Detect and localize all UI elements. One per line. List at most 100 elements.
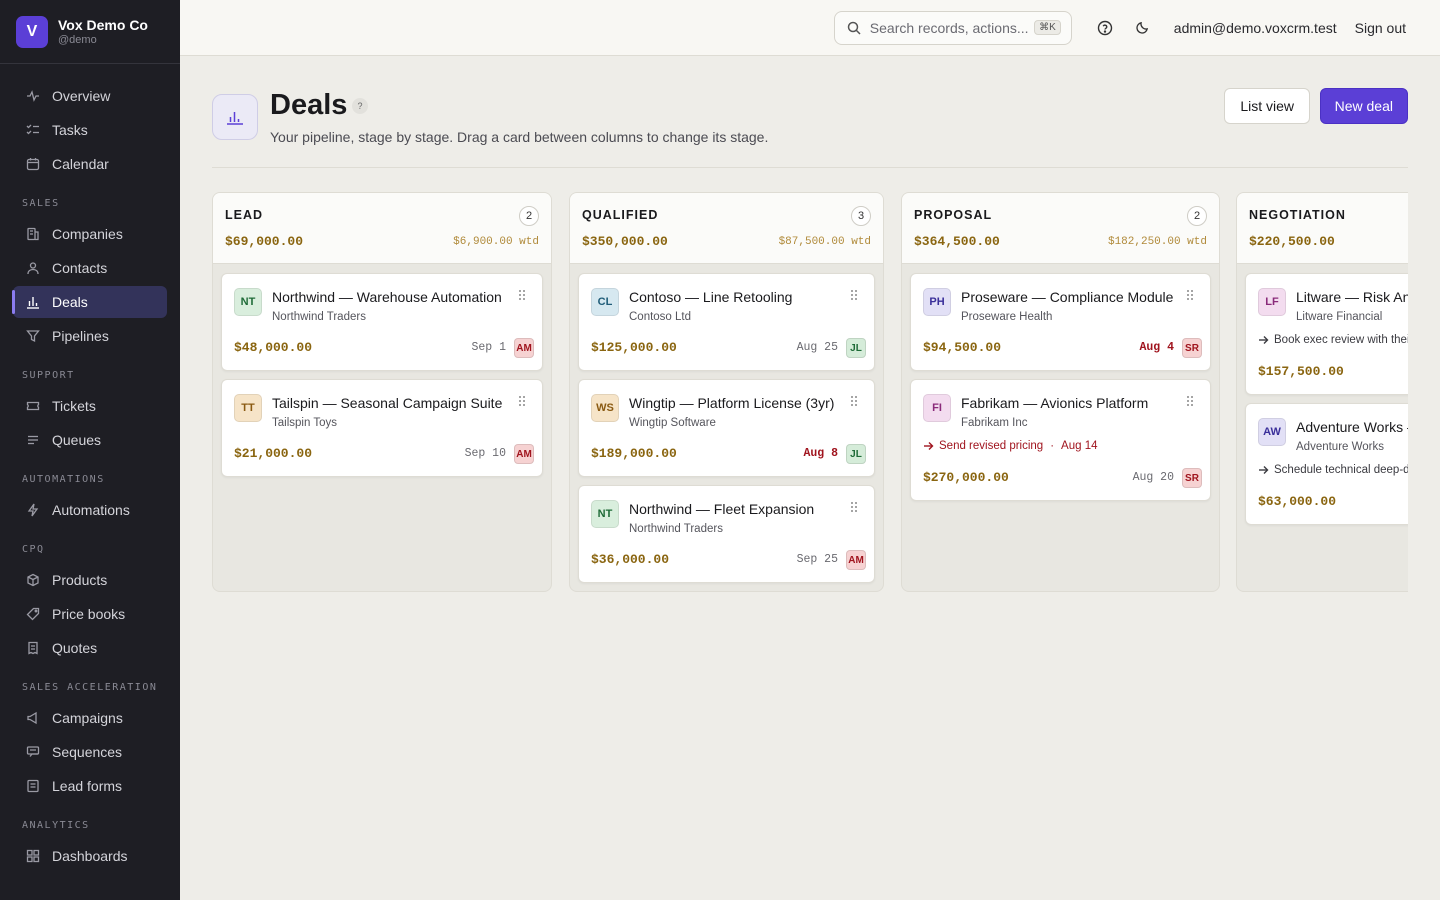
deal-title[interactable]: Adventure Works — Expansion — [1296, 419, 1408, 435]
deal-title[interactable]: Contoso — Line Retooling — [629, 289, 792, 305]
deal-card[interactable]: WS Wingtip — Platform License (3yr) Wingti… — [578, 379, 875, 477]
next-step[interactable]: Book exec review with their CFO — [1258, 334, 1408, 346]
signout-button[interactable]: Sign out — [1355, 20, 1406, 36]
building-icon — [25, 227, 40, 242]
sidebar-item-products[interactable]: Products — [13, 564, 167, 596]
sidebar-item-label: Overview — [52, 88, 111, 104]
deal-title[interactable]: Northwind — Fleet Expansion — [629, 501, 814, 517]
deal-card[interactable]: NT Northwind — Warehouse Automation Northw… — [221, 273, 543, 371]
bar-chart-icon — [25, 295, 40, 310]
drag-handle-icon[interactable] — [1186, 288, 1194, 300]
sidebar-item-label: Quotes — [52, 640, 98, 656]
deal-card[interactable]: NT Northwind — Fleet Expansion Northwind T… — [578, 485, 875, 583]
sidebar-item-tickets[interactable]: Tickets — [13, 390, 167, 422]
deal-company[interactable]: Northwind Traders — [272, 311, 366, 323]
close-date: Sep 1 — [471, 341, 506, 354]
deal-company[interactable]: Tailspin Toys — [272, 417, 337, 429]
sidebar-item-overview[interactable]: Overview — [13, 80, 167, 112]
deal-company[interactable]: Contoso Ltd — [629, 311, 691, 323]
sidebar-item-price-books[interactable]: Price books — [13, 598, 167, 630]
next-step-text: Schedule technical deep-dive — [1274, 464, 1408, 476]
deal-company[interactable]: Wingtip Software — [629, 417, 716, 429]
kanban-board: LEAD 2 $69,000.00 $6,900.00 wtd NT Northwind … — [212, 192, 1408, 592]
user-email[interactable]: admin@demo.voxcrm.test — [1174, 20, 1337, 36]
owner-avatar[interactable]: SR — [1182, 338, 1202, 358]
deal-card[interactable]: CL Contoso — Line Retooling Contoso Ltd $12… — [578, 273, 875, 371]
next-step[interactable]: Schedule technical deep-dive — [1258, 464, 1408, 476]
separator-dot: · — [1050, 440, 1055, 452]
sidebar-item-quotes[interactable]: Quotes — [13, 632, 167, 664]
pipeline-column-negotiation: NEGOTIATION $220,500.00 LF Litware — Risk A… — [1236, 192, 1408, 592]
column-header: PROPOSAL 2 $364,500.00 $182,250.00 wtd — [902, 193, 1219, 264]
sidebar-item-campaigns[interactable]: Campaigns — [13, 702, 167, 734]
sidebar-item-pipelines[interactable]: Pipelines — [13, 320, 167, 352]
page-header: Deals ? Your pipeline, stage by stage. D… — [212, 56, 1408, 168]
sidebar-item-tasks[interactable]: Tasks — [13, 114, 167, 146]
deal-title[interactable]: Fabrikam — Avionics Platform — [961, 395, 1148, 411]
list-view-button[interactable]: List view — [1224, 88, 1310, 124]
search-input[interactable]: Search records, actions... ⌘K — [833, 10, 1072, 45]
tag-icon — [25, 607, 40, 622]
deal-amount: $36,000.00 — [591, 552, 670, 567]
deal-card[interactable]: AW Adventure Works — Expansion Adventure W… — [1245, 403, 1408, 525]
company-avatar: PH — [923, 288, 951, 316]
sidebar-item-label: Products — [52, 572, 108, 588]
deal-company[interactable]: Proseware Health — [961, 311, 1052, 323]
deal-company[interactable]: Litware Financial — [1296, 311, 1382, 323]
column-total: $350,000.00 — [582, 234, 668, 249]
deal-title[interactable]: Wingtip — Platform License (3yr) — [629, 395, 834, 411]
sidebar-item-companies[interactable]: Companies — [13, 218, 167, 250]
sidebar-item-dashboards[interactable]: Dashboards — [13, 840, 167, 872]
moon-icon[interactable] — [1129, 14, 1157, 42]
deal-card[interactable]: LF Litware — Risk Analytics Litware Financ… — [1245, 273, 1408, 395]
page-subtitle: Your pipeline, stage by stage. Drag a ca… — [270, 129, 769, 145]
deal-title[interactable]: Proseware — Compliance Module — [961, 289, 1173, 305]
deal-card[interactable]: PH Proseware — Compliance Module Proseware… — [910, 273, 1211, 371]
owner-avatar[interactable]: SR — [1182, 468, 1202, 488]
owner-avatar[interactable]: AM — [514, 338, 534, 358]
column-title: LEAD — [225, 208, 264, 222]
deal-company[interactable]: Adventure Works — [1296, 441, 1384, 453]
sidebar-item-automations[interactable]: Automations — [13, 494, 167, 526]
sidebar-item-contacts[interactable]: Contacts — [13, 252, 167, 284]
sidebar-item-label: Dashboards — [52, 848, 128, 864]
pipeline-column-qualified: QUALIFIED 3 $350,000.00 $87,500.00 wtd CL Con… — [569, 192, 884, 592]
grid-icon — [25, 849, 40, 864]
deal-company[interactable]: Northwind Traders — [629, 523, 723, 535]
owner-avatar[interactable]: JL — [846, 338, 866, 358]
drag-handle-icon[interactable] — [850, 394, 858, 406]
sidebar-item-label: Tasks — [52, 122, 88, 138]
deal-card[interactable]: FI Fabrikam — Avionics Platform Fabrikam I… — [910, 379, 1211, 501]
drag-handle-icon[interactable] — [1186, 394, 1194, 406]
drag-handle-icon[interactable] — [850, 500, 858, 512]
column-weighted-total: $6,900.00 wtd — [453, 236, 539, 248]
sidebar-item-calendar[interactable]: Calendar — [13, 148, 167, 180]
deal-title[interactable]: Northwind — Warehouse Automation — [272, 289, 502, 305]
workspace-switcher[interactable]: V Vox Demo Co @demo — [0, 0, 180, 64]
owner-avatar[interactable]: AM — [514, 444, 534, 464]
column-count-badge: 2 — [1187, 206, 1207, 226]
column-header: LEAD 2 $69,000.00 $6,900.00 wtd — [213, 193, 551, 264]
help-badge[interactable]: ? — [352, 98, 368, 114]
owner-avatar[interactable]: JL — [846, 444, 866, 464]
deal-title[interactable]: Litware — Risk Analytics — [1296, 289, 1408, 305]
sidebar-item-queues[interactable]: Queues — [13, 424, 167, 456]
column-title: NEGOTIATION — [1249, 208, 1346, 222]
column-header: NEGOTIATION $220,500.00 — [1237, 193, 1408, 264]
help-icon[interactable] — [1091, 14, 1119, 42]
drag-handle-icon[interactable] — [850, 288, 858, 300]
new-deal-button[interactable]: New deal — [1319, 88, 1408, 124]
drag-handle-icon[interactable] — [518, 288, 526, 300]
deal-card[interactable]: TT Tailspin — Seasonal Campaign Suite Tail… — [221, 379, 543, 477]
drag-handle-icon[interactable] — [518, 394, 526, 406]
close-date: Sep 10 — [464, 447, 506, 460]
sidebar-item-lead-forms[interactable]: Lead forms — [13, 770, 167, 802]
deal-title[interactable]: Tailspin — Seasonal Campaign Suite — [272, 395, 502, 411]
column-title: PROPOSAL — [914, 208, 993, 222]
topbar: Search records, actions... ⌘K admin@demo… — [180, 0, 1440, 56]
sidebar-item-deals[interactable]: Deals — [12, 286, 167, 318]
next-step[interactable]: Send revised pricing · Aug 14 — [923, 440, 1098, 452]
sidebar-item-sequences[interactable]: Sequences — [13, 736, 167, 768]
owner-avatar[interactable]: AM — [846, 550, 866, 570]
deal-company[interactable]: Fabrikam Inc — [961, 417, 1027, 429]
